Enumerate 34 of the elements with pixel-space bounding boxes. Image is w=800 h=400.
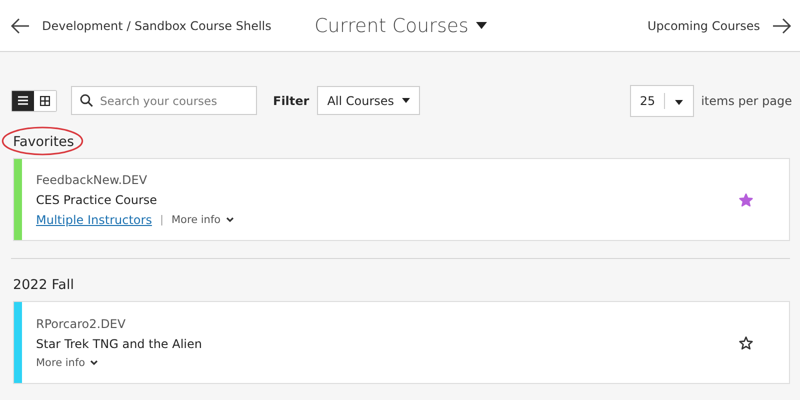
course-title[interactable]: Star Trek TNG and the Alien <box>36 336 739 350</box>
instructors-link[interactable]: Multiple Instructors <box>36 212 152 226</box>
filter-label: Filter <box>273 94 310 108</box>
caret-icon <box>402 98 410 103</box>
forward-arrow-icon[interactable] <box>772 16 792 34</box>
star-outline-icon[interactable] <box>739 336 753 350</box>
filter-dropdown[interactable]: All Courses <box>317 86 420 115</box>
list-view-icon <box>18 96 28 105</box>
chevron-down-icon <box>90 360 98 366</box>
back-arrow-icon[interactable] <box>10 16 30 34</box>
view-toggle[interactable] <box>12 90 34 110</box>
page-size-dropdown[interactable]: 25 <box>630 84 694 116</box>
section-heading: 2022 Fall <box>13 277 74 293</box>
caret-icon <box>476 22 488 29</box>
more-info-toggle[interactable]: More info <box>172 214 234 226</box>
view-toggle[interactable] <box>34 90 56 110</box>
more-info-toggle[interactable]: More info <box>36 356 98 368</box>
chevron-down-icon <box>226 216 234 222</box>
course-card[interactable]: FeedbackNew.DEV CES Practice Course Multiple Instructors | More info <box>13 158 790 241</box>
page-size-label: items per page <box>701 94 792 108</box>
caret-icon <box>675 100 684 104</box>
course-title[interactable]: CES Practice Course <box>36 192 739 206</box>
grid-view-icon <box>40 96 50 106</box>
section-heading: Favorites <box>13 134 74 150</box>
course-code: FeedbackNew.DEV <box>36 172 148 186</box>
separator: | <box>160 214 164 226</box>
forward-link[interactable]: Upcoming Courses <box>647 18 760 32</box>
search-field[interactable]: Search your courses <box>71 86 257 115</box>
filled-star-icon[interactable] <box>739 192 753 206</box>
back-link[interactable]: Development / Sandbox Course Shells <box>42 18 272 32</box>
course-code: RPorcaro2.DEV <box>36 316 127 330</box>
search-icon <box>80 94 93 107</box>
course-list-title[interactable]: Current Courses <box>314 14 488 36</box>
course-card[interactable]: RPorcaro2.DEV Star Trek TNG and the Alien More info <box>13 301 790 384</box>
